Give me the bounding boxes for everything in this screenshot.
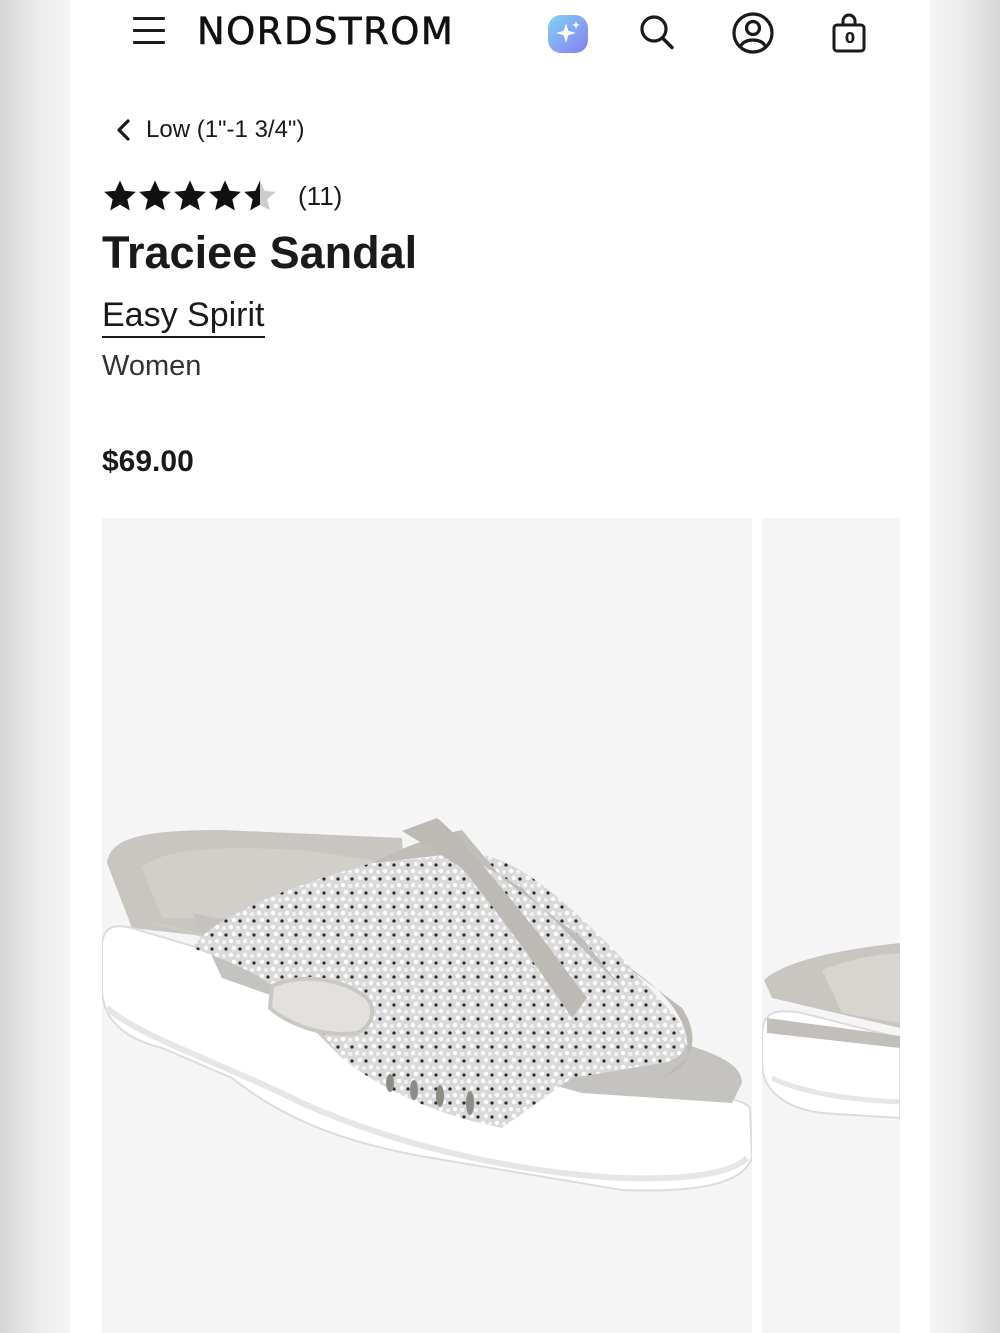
nordstrom-logo[interactable]: NORDSTROM <box>197 10 454 54</box>
star-icon <box>174 180 206 211</box>
product-image-main[interactable] <box>102 518 752 1333</box>
site-header: NORDSTROM 0 <box>70 0 930 70</box>
brand-link[interactable]: Easy Spirit <box>102 294 265 338</box>
star-rating <box>103 179 278 213</box>
hamburger-menu-icon[interactable] <box>130 14 170 50</box>
breadcrumb-back-link[interactable]: Low (1"-1 3/4") <box>110 112 304 148</box>
star-icon <box>209 180 241 211</box>
breadcrumb-label: Low (1"-1 3/4") <box>146 116 305 143</box>
star-icon <box>139 180 171 211</box>
product-price: $69.00 <box>102 445 194 478</box>
review-count: (11) <box>298 180 343 211</box>
product-title: Traciee Sandal <box>102 227 418 278</box>
search-icon[interactable] <box>634 10 680 56</box>
chevron-left-icon <box>117 119 130 141</box>
sparkle-assistant-icon[interactable] <box>545 10 591 56</box>
star-icon <box>104 180 136 211</box>
product-image-gallery[interactable] <box>102 518 930 1333</box>
product-image-next[interactable] <box>762 518 900 1333</box>
product-page: NORDSTROM 0 Low (1"-1 3/4") (11) Traciee… <box>70 0 930 1333</box>
sandal-image <box>102 818 752 1192</box>
shopping-bag-icon[interactable]: 0 <box>826 10 872 56</box>
product-category: Women <box>102 350 202 382</box>
account-icon[interactable] <box>730 10 776 56</box>
sandal-image-partial <box>762 943 900 1120</box>
product-rating[interactable]: (11) <box>103 176 342 216</box>
star-icon <box>244 180 276 211</box>
bag-count-badge: 0 <box>844 29 856 47</box>
